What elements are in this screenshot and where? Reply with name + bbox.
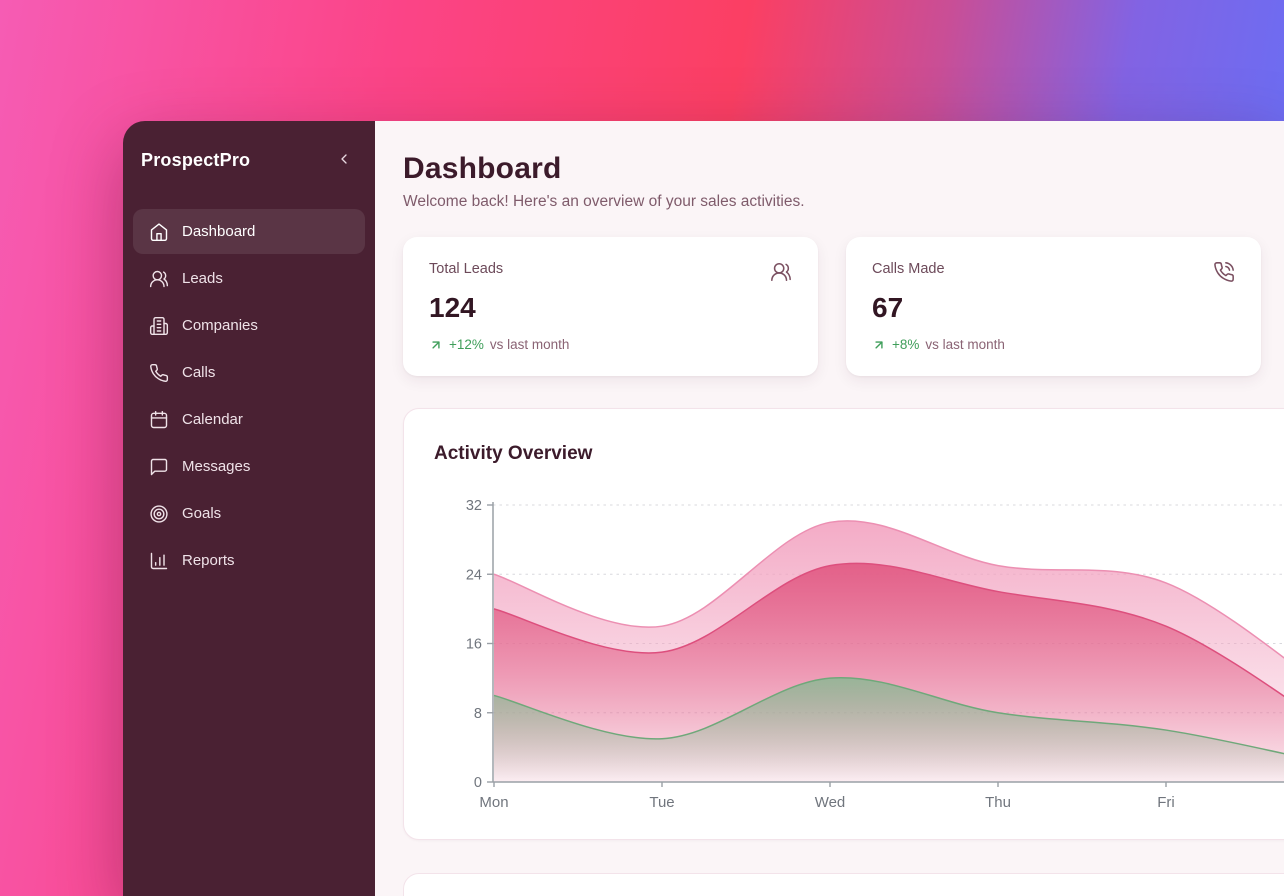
svg-text:32: 32 [466,498,482,514]
nav-item-label: Goals [182,505,221,522]
arrow-up-right-icon [872,338,886,352]
stat-trend-value: +8% [892,337,919,352]
svg-text:8: 8 [474,706,482,722]
x-axis-label-thu: Thu [985,794,1011,811]
sidebar-item-companies[interactable]: Companies [133,303,365,348]
svg-text:16: 16 [466,637,482,653]
stat-trend-suffix: vs last month [490,337,570,352]
x-axis-label-tue: Tue [649,794,674,811]
building-icon [149,316,169,336]
stat-card: Calls Made 67 +8% vs last month [846,237,1261,376]
stat-value: 67 [872,292,1235,324]
stat-trend-value: +12% [449,337,484,352]
stat-card: Total Leads 124 +12% vs last month [403,237,818,376]
sidebar-nav: Dashboard Leads Companies Calls Calendar… [123,209,375,583]
nav-item-label: Companies [182,317,258,334]
chart-column-icon [149,551,169,571]
nav-item-label: Reports [182,552,235,569]
message-square-icon [149,457,169,477]
desktop-background: { "app": { "name": "ProspectPro" }, "sid… [0,0,1284,896]
activity-chart: 08162432MonTueWedThuFriSat [404,409,1284,841]
x-axis-label-wed: Wed [815,794,846,811]
page-subtitle: Welcome back! Here's an overview of your… [403,193,1284,211]
svg-text:0: 0 [474,775,482,791]
svg-text:24: 24 [466,567,482,583]
sidebar-header: ProspectPro [123,141,375,179]
stat-value: 124 [429,292,792,324]
nav-item-label: Calls [182,364,215,381]
stat-card-header: Calls Made [872,261,1235,283]
nav-item-label: Messages [182,458,250,475]
stat-label: Total Leads [429,261,503,277]
sidebar-item-reports[interactable]: Reports [133,538,365,583]
sidebar-item-leads[interactable]: Leads [133,256,365,301]
calendar-icon [149,410,169,430]
sidebar-collapse-button[interactable] [333,149,355,171]
stat-label: Calls Made [872,261,945,277]
app-logo: ProspectPro [141,150,250,171]
x-axis-label-fri: Fri [1157,794,1175,811]
sidebar: ProspectPro Dashboard Leads Companies Ca… [123,121,375,896]
sidebar-item-calendar[interactable]: Calendar [133,397,365,442]
stat-trend: +8% vs last month [872,337,1235,352]
lower-card [403,873,1284,896]
sidebar-item-calls[interactable]: Calls [133,350,365,395]
sidebar-item-messages[interactable]: Messages [133,444,365,489]
users-icon [149,269,169,289]
app-window: ProspectPro Dashboard Leads Companies Ca… [123,121,1284,896]
stats-row: Total Leads 124 +12% vs last month Calls… [403,237,1284,376]
users-icon [770,261,792,283]
nav-item-label: Calendar [182,411,243,428]
nav-item-label: Dashboard [182,223,255,240]
sidebar-item-goals[interactable]: Goals [133,491,365,536]
phone-icon [149,363,169,383]
stat-trend: +12% vs last month [429,337,792,352]
home-icon [149,222,169,242]
chart-title: Activity Overview [434,443,592,465]
target-icon [149,504,169,524]
x-axis-label-mon: Mon [479,794,508,811]
nav-item-label: Leads [182,270,223,287]
sidebar-item-dashboard[interactable]: Dashboard [133,209,365,254]
arrow-up-right-icon [429,338,443,352]
activity-overview-card: 08162432MonTueWedThuFriSat Activity Over… [403,408,1284,840]
stat-trend-suffix: vs last month [925,337,1005,352]
phone-call-icon [1213,261,1235,283]
main-content: Dashboard Welcome back! Here's an overvi… [375,121,1284,896]
chevron-left-icon [336,151,352,170]
page-title: Dashboard [403,152,1284,186]
stat-card-header: Total Leads [429,261,792,283]
